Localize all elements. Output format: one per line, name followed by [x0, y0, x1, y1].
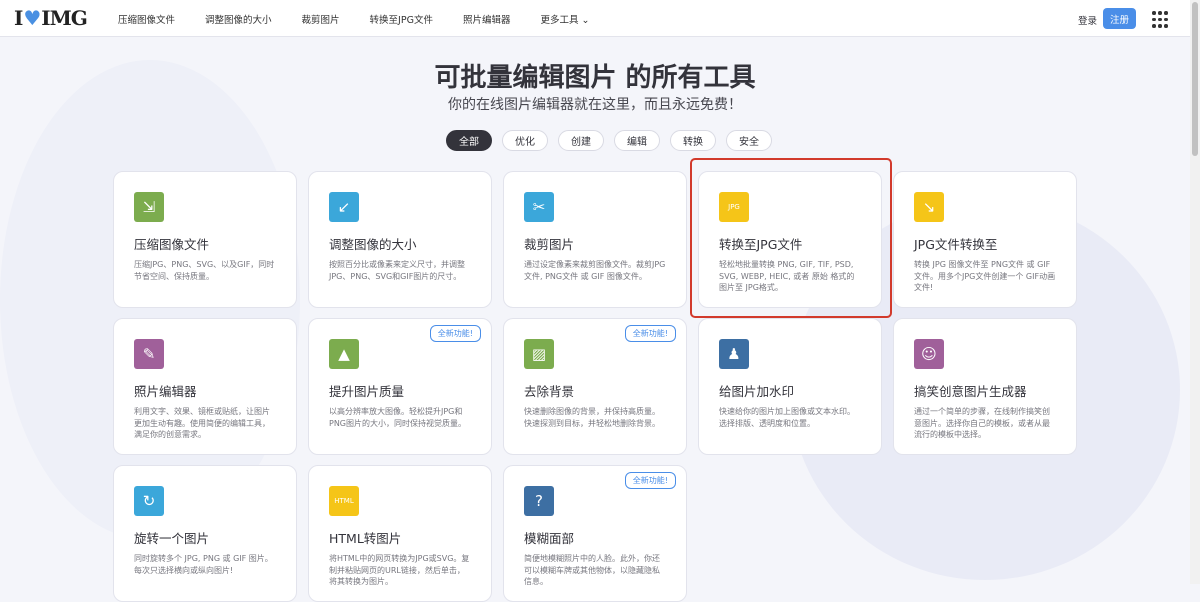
tool-title: 提升图片质量	[329, 384, 405, 399]
convert-from-jpg-icon: ↘	[914, 192, 944, 222]
tool-card[interactable]: ↙ 调整图像的大小按照百分比或像素来定义尺寸，并调整JPG、PNG、SVG和GIF…	[308, 171, 492, 308]
nav-convert-jpg[interactable]: 转换至JPG文件	[370, 12, 433, 26]
filter-security[interactable]: 安全	[726, 130, 772, 151]
tool-card[interactable]: ↘ JPG文件转换至转换 JPG 图像文件至 PNG文件 或 GIF 文件。用多个…	[893, 171, 1077, 308]
tool-card[interactable]: ⇲ 压缩图像文件压缩JPG、PNG、SVG、以及GIF，同时节省空间、保持质量。	[113, 171, 297, 308]
tool-card[interactable]: ✎ 照片编辑器利用文字、效果、镜框或贴纸，让图片更加生动有趣。使用简便的编辑工具，…	[113, 318, 297, 455]
filter-tabs: 全部 优化 创建 编辑 转换 安全	[446, 130, 772, 151]
scrollbar-thumb[interactable]	[1192, 2, 1198, 156]
tool-description: 快速给你的图片加上图像或文本水印。选择排版、透明度和位置。	[719, 407, 855, 428]
filter-create[interactable]: 创建	[558, 130, 604, 151]
pencil-icon: ✎	[134, 339, 164, 369]
tool-title: 压缩图像文件	[134, 237, 210, 252]
tool-description: 按照百分比或像素来定义尺寸，并调整JPG、PNG、SVG和GIF图片的尺寸。	[329, 260, 465, 281]
tool-title: HTML转图片	[329, 531, 402, 546]
tool-description: 通过设定像素来裁剪图像文件。裁剪JPG文件, PNG文件 或 GIF 图像文件。	[524, 260, 666, 281]
blur-face-icon: ?	[524, 486, 554, 516]
tool-description: 压缩JPG、PNG、SVG、以及GIF，同时节省空间、保持质量。	[134, 260, 275, 281]
tool-card[interactable]: ▨ 去除背景快速删除图像的背景，并保持高质量。快速探测到目标，并轻松地删除背景。 全…	[503, 318, 687, 455]
logo[interactable]: I ♥ IMG	[14, 6, 88, 30]
upscale-icon: ▲	[329, 339, 359, 369]
new-feature-badge: 全新功能!	[624, 472, 676, 489]
login-link[interactable]: 登录	[1078, 13, 1097, 27]
tool-card[interactable]: ? 模糊面部简便地模糊照片中的人脸。此外，你还可以模糊车牌或其他物体，以隐藏隐私信…	[503, 465, 687, 602]
filter-edit[interactable]: 编辑	[614, 130, 660, 151]
new-feature-badge: 全新功能!	[624, 325, 676, 342]
tool-description: 快速删除图像的背景，并保持高质量。快速探测到目标，并轻松地删除背景。	[524, 407, 660, 428]
filter-optimize[interactable]: 优化	[502, 130, 548, 151]
scissors-icon: ✂	[524, 192, 554, 222]
tool-title: 调整图像的大小	[329, 237, 417, 252]
filter-all[interactable]: 全部	[446, 130, 492, 151]
tool-card[interactable]: ♟ 给图片加水印快速给你的图片加上图像或文本水印。选择排版、透明度和位置。	[698, 318, 882, 455]
laugh-icon: ☺	[914, 339, 944, 369]
tool-title: 搞笑创意图片生成器	[914, 384, 1027, 399]
tool-description: 利用文字、效果、镜框或贴纸，让图片更加生动有趣。使用简便的编辑工具，满足你的创意…	[134, 407, 270, 439]
highlight-box	[690, 158, 892, 318]
filter-convert[interactable]: 转换	[670, 130, 716, 151]
page-title: 可批量编辑图片 的所有工具	[434, 63, 756, 93]
apps-grid-icon[interactable]	[1152, 11, 1168, 28]
new-feature-badge: 全新功能!	[429, 325, 481, 342]
signup-button[interactable]: 注册	[1103, 8, 1136, 29]
nav-photo-editor[interactable]: 照片编辑器	[463, 12, 511, 26]
tool-description: 以高分辨率放大图像。轻松提升JPG和PNG图片的大小，同时保持视觉质量。	[329, 407, 467, 428]
heart-icon: ♥	[23, 6, 41, 30]
header: I ♥ IMG 压缩图像文件 调整图像的大小 裁剪图片 转换至JPG文件 照片编辑器…	[0, 0, 1190, 37]
tool-description: 简便地模糊照片中的人脸。此外，你还可以模糊车牌或其他物体，以隐藏隐私信息。	[524, 554, 660, 586]
tool-title: 模糊面部	[524, 531, 575, 546]
tool-card[interactable]: ☺ 搞笑创意图片生成器通过一个简单的步骤，在线制作搞笑创意图片。选择你自己的模板，…	[893, 318, 1077, 455]
tool-title: 去除背景	[524, 384, 575, 399]
tool-description: 同时旋转多个 JPG, PNG 或 GIF 图片。每次只选择横向或纵向图片!	[134, 554, 273, 575]
resize-icon: ↙	[329, 192, 359, 222]
tool-description: 将HTML中的网页转换为JPG或SVG。复制并粘贴网页的URL链接，然后单击，将…	[329, 554, 470, 586]
nav-compress[interactable]: 压缩图像文件	[118, 12, 175, 26]
tool-description: 转换 JPG 图像文件至 PNG文件 或 GIF 文件。用多个JPG文件创建一个…	[914, 260, 1056, 292]
tool-description: 通过一个简单的步骤，在线制作搞笑创意图片。选择你自己的模板，或者从最流行的模板中…	[914, 407, 1050, 439]
tool-title: 裁剪图片	[524, 237, 575, 252]
page-subtitle: 你的在线图片编辑器就在这里，而且永远免费！	[448, 97, 742, 113]
tool-card[interactable]: ↻ 旋转一个图片同时旋转多个 JPG, PNG 或 GIF 图片。每次只选择横向或…	[113, 465, 297, 602]
main-nav: 压缩图像文件 调整图像的大小 裁剪图片 转换至JPG文件 照片编辑器 更多工具 …	[118, 12, 619, 26]
tool-title: 旋转一个图片	[134, 531, 210, 546]
tool-title: JPG文件转换至	[914, 237, 998, 252]
tool-card[interactable]: HTML HTML转图片将HTML中的网页转换为JPG或SVG。复制并粘贴网页的U…	[308, 465, 492, 602]
nav-crop[interactable]: 裁剪图片	[302, 12, 340, 26]
nav-resize[interactable]: 调整图像的大小	[205, 12, 272, 26]
tool-title: 给图片加水印	[719, 384, 795, 399]
remove-background-icon: ▨	[524, 339, 554, 369]
html-to-image-icon: HTML	[329, 486, 359, 516]
stamp-icon: ♟	[719, 339, 749, 369]
tool-card[interactable]: ▲ 提升图片质量以高分辨率放大图像。轻松提升JPG和PNG图片的大小，同时保持视觉…	[308, 318, 492, 455]
rotate-icon: ↻	[134, 486, 164, 516]
tool-card[interactable]: ✂ 裁剪图片通过设定像素来裁剪图像文件。裁剪JPG文件, PNG文件 或 GIF …	[503, 171, 687, 308]
compress-icon: ⇲	[134, 192, 164, 222]
nav-more-tools[interactable]: 更多工具 ⌄	[540, 12, 589, 26]
tool-title: 照片编辑器	[134, 384, 197, 399]
